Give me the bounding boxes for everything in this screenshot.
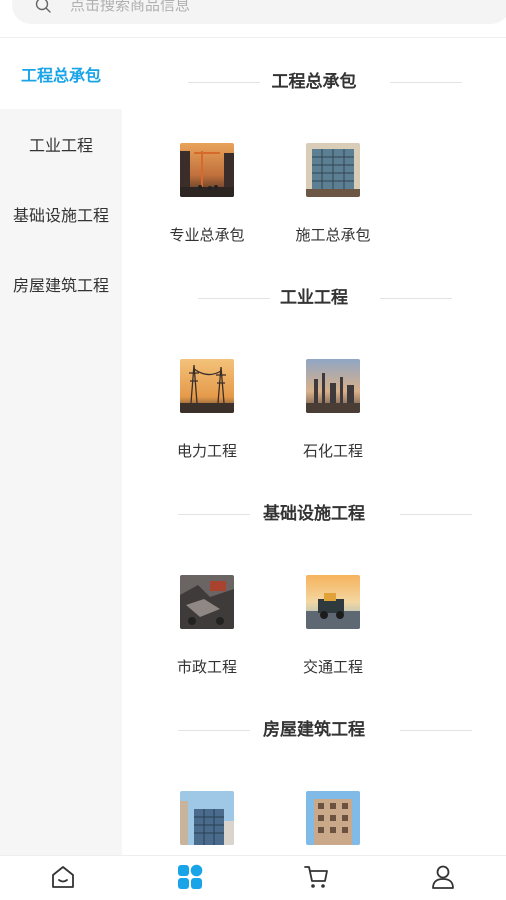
search-bar[interactable]	[12, 0, 506, 24]
divider	[400, 730, 472, 731]
sidebar-item-label: 工程总承包	[20, 66, 101, 85]
construction-contracting-image	[306, 143, 360, 197]
product-card[interactable]	[144, 791, 270, 855]
section-title: 工程总承包	[271, 72, 357, 92]
product-card[interactable]: 施工总承包	[270, 143, 396, 245]
section-title: 基础设施工程	[263, 504, 365, 524]
section-header: 工业工程	[122, 283, 506, 313]
tab-profile[interactable]	[380, 856, 506, 900]
user-icon	[429, 863, 457, 895]
category-icon	[176, 863, 204, 895]
tab-home[interactable]	[0, 856, 127, 900]
product-card[interactable]: 石化工程	[270, 359, 396, 461]
sidebar-item-label: 基础设施工程	[12, 206, 109, 225]
tab-cart[interactable]	[253, 856, 380, 900]
divider	[390, 82, 462, 83]
category-content: 工程总承包 专业总承包 施工总承包 工业工程 电力工程 石化工程 基础设施工程 …	[122, 39, 506, 855]
card-label: 市政工程	[176, 658, 237, 676]
search-header	[0, 0, 506, 38]
divider	[198, 298, 270, 299]
search-icon	[28, 0, 58, 24]
tab-category[interactable]	[127, 856, 254, 900]
section-header: 基础设施工程	[122, 499, 506, 529]
product-card[interactable]: 交通工程	[270, 575, 396, 677]
sidebar-item-general-contracting[interactable]: 工程总承包	[0, 39, 122, 109]
product-card[interactable]	[270, 791, 396, 855]
divider	[178, 730, 250, 731]
section-title: 房屋建筑工程	[263, 720, 365, 740]
bottom-tab-bar	[0, 855, 506, 900]
sidebar-item-infrastructure[interactable]: 基础设施工程	[0, 179, 122, 249]
section-title: 工业工程	[280, 288, 348, 308]
power-engineering-image	[180, 359, 234, 413]
search-input[interactable]	[70, 0, 370, 14]
petrochemical-engineering-image	[306, 359, 360, 413]
card-label: 施工总承包	[295, 226, 371, 244]
divider	[178, 514, 250, 515]
municipal-engineering-image	[180, 575, 234, 629]
sidebar-item-industrial[interactable]: 工业工程	[0, 109, 122, 179]
card-label: 专业总承包	[169, 226, 245, 244]
category-sidebar: 工程总承包 工业工程 基础设施工程 房屋建筑工程	[0, 39, 122, 855]
sidebar-item-label: 工业工程	[28, 136, 93, 155]
sidebar-item-housing[interactable]: 房屋建筑工程	[0, 249, 122, 319]
housing-project-image	[180, 791, 234, 845]
sidebar-item-label: 房屋建筑工程	[12, 276, 109, 295]
card-label: 交通工程	[302, 658, 363, 676]
product-card[interactable]: 电力工程	[144, 359, 270, 461]
product-card[interactable]: 专业总承包	[144, 143, 270, 245]
card-label: 石化工程	[302, 442, 363, 460]
section-header: 工程总承包	[122, 67, 506, 97]
divider	[400, 514, 472, 515]
residential-building-image	[306, 791, 360, 845]
specialty-contracting-image	[180, 143, 234, 197]
section-header: 房屋建筑工程	[122, 715, 506, 745]
divider	[188, 82, 260, 83]
divider	[380, 298, 452, 299]
transportation-engineering-image	[306, 575, 360, 629]
product-card[interactable]: 市政工程	[144, 575, 270, 677]
cart-icon	[302, 863, 330, 895]
card-label: 电力工程	[176, 442, 237, 460]
home-icon	[49, 863, 77, 895]
